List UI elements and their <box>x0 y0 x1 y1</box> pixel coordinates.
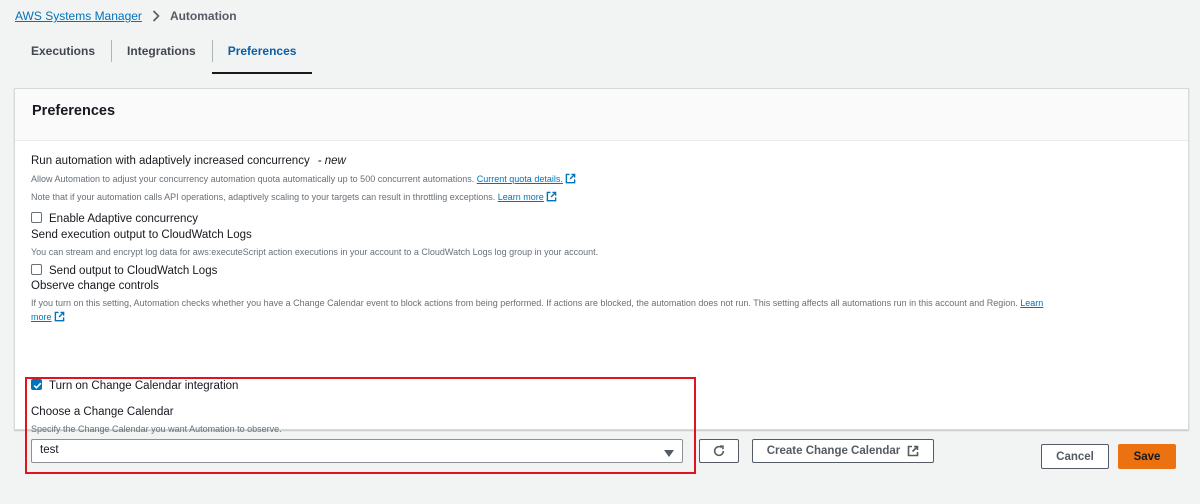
learn-more-link-change-controls-cont[interactable]: more <box>31 312 52 322</box>
save-button[interactable]: Save <box>1118 444 1176 469</box>
create-change-calendar-button[interactable]: Create Change Calendar <box>752 439 934 463</box>
external-link-icon[interactable] <box>54 311 65 324</box>
concurrency-desc-1: Allow Automation to adjust your concurre… <box>31 173 576 186</box>
current-quota-details-link[interactable]: Current quota details. <box>477 174 563 184</box>
concurrency-label: Run automation with adaptively increased… <box>31 155 346 167</box>
cancel-button[interactable]: Cancel <box>1041 444 1109 469</box>
refresh-icon <box>713 445 725 457</box>
change-calendar-selected-value: test <box>40 444 59 456</box>
choose-change-calendar-desc: Specify the Change Calendar you want Aut… <box>31 424 282 434</box>
concurrency-desc-2: Note that if your automation calls API o… <box>31 191 557 204</box>
change-calendar-integration-label: Turn on Change Calendar integration <box>49 380 239 392</box>
tab-preferences[interactable]: Preferences <box>211 40 313 74</box>
external-link-icon[interactable] <box>565 173 576 186</box>
preferences-panel: Preferences Run automation with adaptive… <box>14 88 1189 474</box>
send-output-cloudwatch-option[interactable]: Send output to CloudWatch Logs <box>31 264 217 277</box>
change-calendar-integration-checkbox[interactable] <box>31 379 42 390</box>
cloudwatch-desc: You can stream and encrypt log data for … <box>31 247 599 257</box>
change-calendar-select[interactable]: test <box>31 439 683 463</box>
learn-more-link-concurrency[interactable]: Learn more <box>498 192 544 202</box>
change-calendar-integration-option[interactable]: Turn on Change Calendar integration <box>31 379 238 392</box>
enable-adaptive-concurrency-label: Enable Adaptive concurrency <box>49 213 198 225</box>
change-controls-desc-line2: more <box>31 311 65 324</box>
tab-integrations[interactable]: Integrations <box>111 40 212 74</box>
breadcrumb: AWS Systems Manager Automation <box>15 9 237 23</box>
refresh-button[interactable] <box>699 439 739 463</box>
change-controls-desc-text: If you turn on this setting, Automation … <box>31 298 1018 308</box>
create-change-calendar-label: Create Change Calendar <box>766 445 901 457</box>
learn-more-link-change-controls[interactable]: Learn <box>1020 298 1043 308</box>
choose-change-calendar-label: Choose a Change Calendar <box>31 406 174 418</box>
panel-header: Preferences <box>15 89 1188 141</box>
caret-down-icon <box>664 448 674 460</box>
change-controls-label: Observe change controls <box>31 280 159 292</box>
new-tag: - new <box>317 155 346 167</box>
send-output-cloudwatch-checkbox[interactable] <box>31 264 42 275</box>
panel-title: Preferences <box>32 103 116 119</box>
tab-executions[interactable]: Executions <box>15 40 111 74</box>
checkmark-icon <box>33 382 42 389</box>
breadcrumb-link-systems-manager[interactable]: AWS Systems Manager <box>15 9 142 23</box>
concurrency-desc-1-text: Allow Automation to adjust your concurre… <box>31 174 475 184</box>
tab-bar: Executions Integrations Preferences <box>15 40 313 74</box>
cloudwatch-label: Send execution output to CloudWatch Logs <box>31 229 252 241</box>
external-link-icon <box>907 445 919 457</box>
enable-adaptive-concurrency-option[interactable]: Enable Adaptive concurrency <box>31 212 198 225</box>
enable-adaptive-concurrency-checkbox[interactable] <box>31 212 42 223</box>
external-link-icon[interactable] <box>546 191 557 204</box>
change-controls-desc: If you turn on this setting, Automation … <box>31 298 1043 308</box>
concurrency-desc-2-text: Note that if your automation calls API o… <box>31 192 496 202</box>
breadcrumb-current: Automation <box>169 9 237 23</box>
concurrency-label-text: Run automation with adaptively increased… <box>31 155 310 167</box>
chevron-right-icon <box>152 10 160 22</box>
send-output-cloudwatch-label: Send output to CloudWatch Logs <box>49 265 218 277</box>
